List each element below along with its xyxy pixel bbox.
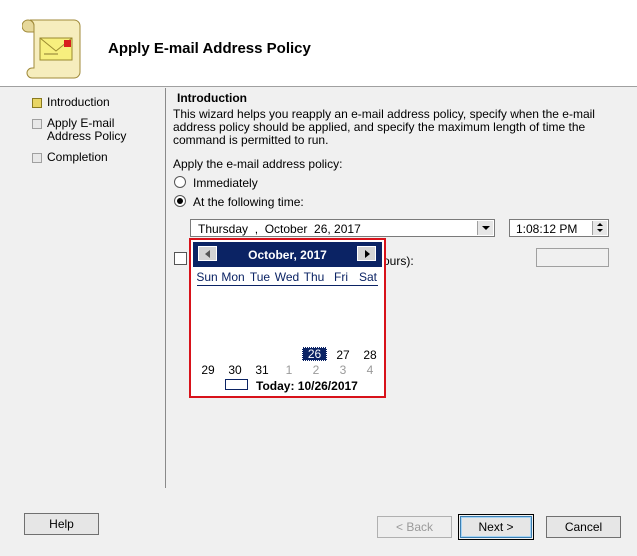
sidebar-item-label: Introduction [47,95,110,109]
radio-following-time[interactable] [174,195,186,207]
radio-immediately-label[interactable]: Immediately [193,176,258,190]
calendar-day-next-month[interactable]: 1 [276,363,302,377]
step-pending-icon [32,119,42,129]
calendar-day-next-month[interactable]: 4 [357,363,383,377]
triangle-left-icon[interactable] [198,246,217,261]
calendar-divider [197,285,378,286]
calendar-day[interactable]: 28 [357,348,383,362]
cancel-button[interactable]: Cancel [546,516,621,538]
max-duration-label: ours): [383,254,414,268]
calendar-month-year[interactable]: October, 2017 [193,248,382,262]
section-title: Introduction [177,91,247,105]
help-button[interactable]: Help [24,513,99,535]
chevron-down-icon[interactable] [477,221,493,235]
next-button[interactable]: Next > [460,516,532,538]
today-marker-icon [225,379,248,390]
time-picker[interactable]: 1:08:12 PM [509,219,609,237]
max-duration-checkbox[interactable] [174,252,187,265]
date-picker-value: Thursday , October 26, 2017 [198,222,361,236]
sidebar-item-completion: Completion [32,151,162,165]
scroll-envelope-icon [21,14,88,80]
description-text: This wizard helps you reapply an e-mail … [173,107,595,147]
sidebar-divider [165,88,166,488]
calendar-day-next-month[interactable]: 2 [303,363,329,377]
calendar-day-next-month[interactable]: 3 [330,363,356,377]
day-of-week: Mon [221,270,245,284]
step-active-icon [32,98,42,108]
time-picker-value: 1:08:12 PM [516,222,578,236]
calendar-day[interactable]: 30 [222,363,248,377]
step-pending-icon [32,153,42,163]
day-of-week: Thu [303,270,325,284]
day-of-week: Sun [196,270,218,284]
spin-down-icon[interactable] [592,228,607,235]
calendar-day-selected[interactable]: 26 [302,347,327,361]
spin-up-icon[interactable] [592,221,607,228]
day-of-week: Wed [274,270,300,284]
day-of-week: Fri [334,270,348,284]
today-link[interactable]: Today: 10/26/2017 [256,379,358,393]
sidebar-item-introduction: Introduction [32,96,162,110]
date-picker[interactable]: Thursday , October 26, 2017 [190,219,495,237]
sidebar-item-label: Apply E-mail Address Policy [47,116,127,143]
radio-immediately[interactable] [174,176,186,188]
max-duration-input[interactable] [536,248,609,267]
header-divider [0,86,637,87]
apply-policy-label: Apply the e-mail address policy: [173,157,343,171]
sidebar-item-label: Completion [47,150,108,164]
triangle-right-icon[interactable] [357,246,376,261]
calendar-day[interactable]: 29 [195,363,221,377]
sidebar-item-apply-policy: Apply E-mail Address Policy [32,117,162,145]
calendar-day[interactable]: 31 [249,363,275,377]
radio-following-time-label[interactable]: At the following time: [193,195,304,209]
page-title: Apply E-mail Address Policy [108,40,311,57]
wizard-header [0,0,637,86]
day-of-week: Sat [358,270,377,284]
calendar-day[interactable]: 27 [330,348,356,362]
day-of-week: Tue [249,270,271,284]
back-button[interactable]: < Back [377,516,452,538]
